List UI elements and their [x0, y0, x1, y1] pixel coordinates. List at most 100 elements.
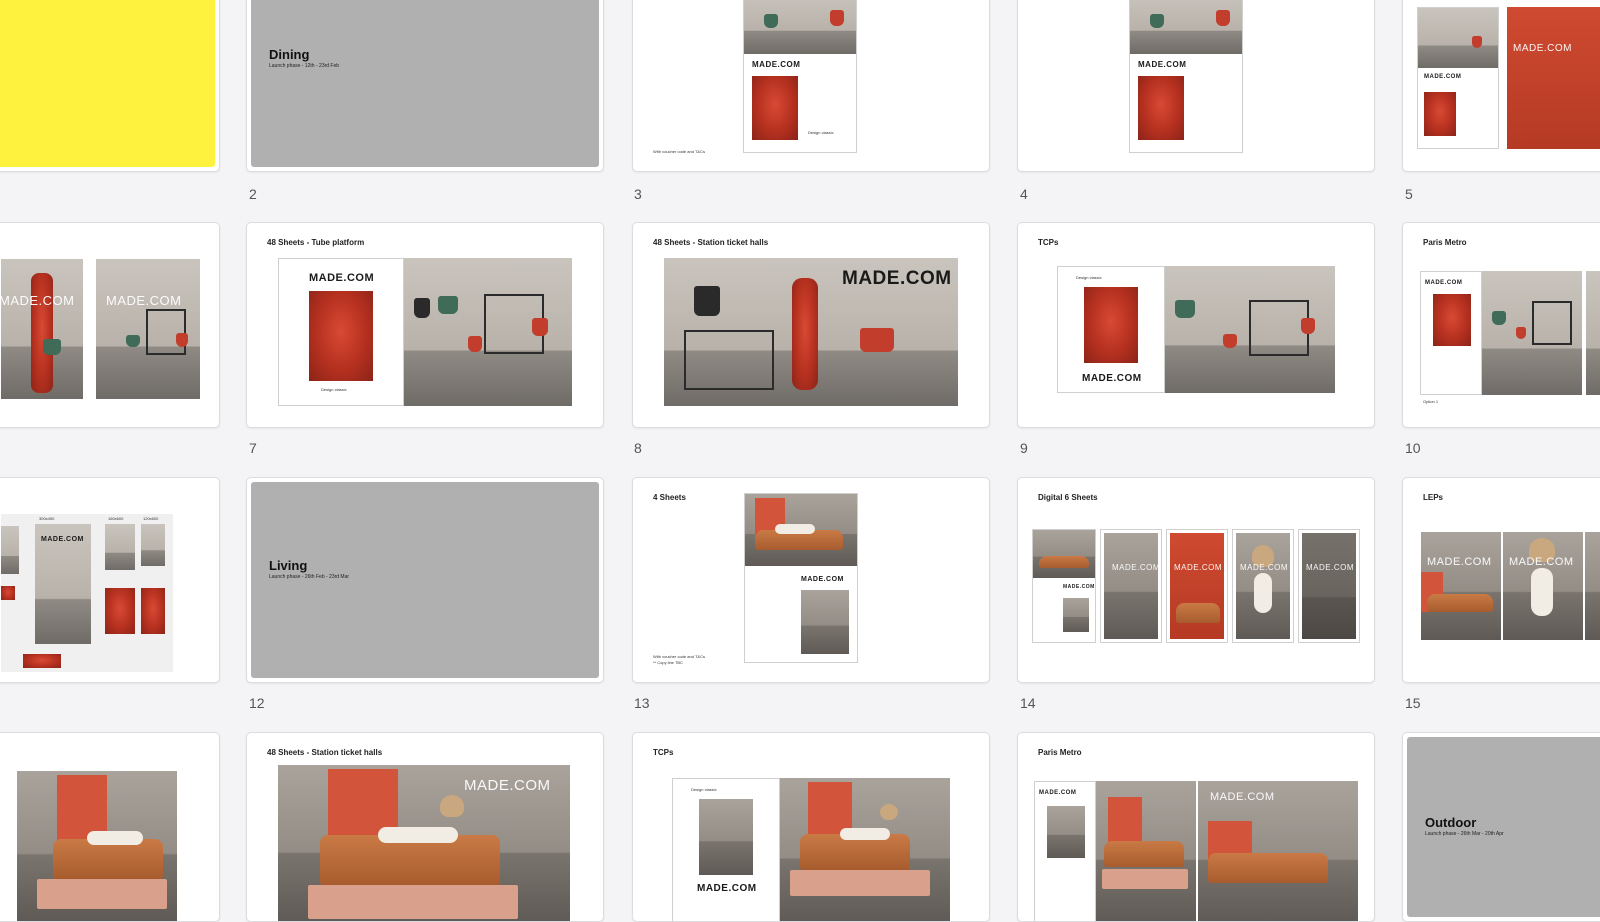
banner-image	[23, 654, 61, 668]
slide-thumbnail[interactable]	[0, 0, 220, 172]
slide-thumbnail-3[interactable]: MADE.COM Design classic With voucher cod…	[632, 0, 990, 172]
slide-thumbnail-16[interactable]	[0, 732, 220, 922]
chair	[1301, 318, 1315, 334]
fine-print: Design classic	[1076, 275, 1102, 280]
poster-photo	[1482, 271, 1582, 395]
mirror-frame	[1249, 300, 1309, 356]
poster-photo	[780, 778, 950, 921]
slide-thumbnail-7[interactable]: 48 Sheets - Tube platform MADE.COM Desig…	[246, 222, 604, 428]
slide-thumbnail-13[interactable]: 4 Sheets MADE.COM With voucher code and …	[632, 477, 990, 683]
section-title: Dining	[269, 47, 310, 62]
red-wall	[1108, 797, 1142, 847]
poster-mockup: Design classic MADE.COM	[672, 778, 780, 921]
slide-thumbnail-8[interactable]: 48 Sheets - Station ticket halls MADE.CO…	[632, 222, 990, 428]
poster-mockup: MADE.COM	[1166, 529, 1228, 643]
slide-number: 3	[634, 186, 642, 202]
poster-mockup: Design classic MADE.COM	[1057, 266, 1165, 393]
slide-thumbnail-17[interactable]: 48 Sheets - Station ticket halls MADE.CO…	[246, 732, 604, 922]
woman-in-red	[792, 278, 818, 390]
slide-title: 48 Sheets - Tube platform	[267, 238, 365, 247]
chair	[414, 298, 430, 318]
yellow-cover	[0, 0, 215, 167]
slide-number: 4	[1020, 186, 1028, 202]
slide-thumbnail-9[interactable]: TCPs Design classic MADE.COM	[1017, 222, 1375, 428]
poster-image	[699, 799, 753, 875]
poster-photo	[1165, 266, 1335, 393]
brand-logo: MADE.COM	[1063, 584, 1095, 590]
slide-thumbnail-20[interactable]: Outdoor Launch phase - 26th Mar - 20th A…	[1402, 732, 1600, 922]
poster-photo	[1586, 271, 1600, 395]
section-title: Living	[269, 558, 308, 573]
slide-thumbnail-15[interactable]: LEPs MADE.COM MADE.COM	[1402, 477, 1600, 683]
chair	[1223, 334, 1237, 348]
banner-image	[1, 526, 19, 574]
poster-mockup: MADE.COM	[1034, 781, 1096, 921]
poster-photo: MADE.COM	[1421, 532, 1501, 640]
chair	[438, 296, 458, 314]
option-label: Option 1	[1423, 399, 1439, 404]
woman	[87, 831, 143, 845]
slide-footer: With voucher code and T&Cs	[653, 654, 705, 659]
slide-number: 7	[249, 440, 257, 456]
brand-logo: MADE.COM	[1039, 790, 1077, 796]
rug	[308, 885, 518, 919]
slide-footer-note: ** Copy line TBC	[653, 660, 683, 665]
poster-image	[1063, 598, 1089, 632]
slide-thumbnail-14[interactable]: Digital 6 Sheets MADE.COM MADE.COM MADE.…	[1017, 477, 1375, 683]
section-subtitle: Launch phase - 12th - 23rd Feb	[269, 63, 340, 69]
poster-mockup: MADE.COM Design classic	[278, 258, 404, 406]
slide-thumbnail-12[interactable]: Living Launch phase - 26th Feb - 23rd Ma…	[246, 477, 604, 683]
brand-logo: MADE.COM	[464, 777, 551, 794]
woman	[840, 828, 890, 840]
chair	[1216, 10, 1230, 26]
poster-photo	[1130, 0, 1242, 54]
chair	[126, 335, 140, 347]
slide-thumbnail-2[interactable]: Dining Launch phase - 12th - 23rd Feb	[246, 0, 604, 172]
woman	[1254, 573, 1272, 613]
slide-thumbnail-11[interactable]: 300x400 MADE.COM 160x600 120x600	[0, 477, 220, 683]
slide-thumbnail-5[interactable]: MADE.COM MADE.COM	[1402, 0, 1600, 172]
slide-number: 2	[249, 186, 257, 202]
poster-mockup: MADE.COM	[1032, 529, 1096, 643]
slide-thumbnail-18[interactable]: TCPs Design classic MADE.COM	[632, 732, 990, 922]
brand-logo: MADE.COM	[1240, 563, 1288, 572]
brand-logo: MADE.COM	[842, 268, 952, 289]
chair	[694, 286, 720, 316]
slide-thumbnail-19[interactable]: Paris Metro MADE.COM MADE.COM	[1017, 732, 1375, 922]
brand-logo: MADE.COM	[1210, 791, 1275, 803]
slide-title: Digital 6 Sheets	[1038, 493, 1098, 502]
poster-mockup: MADE.COM	[1129, 0, 1243, 153]
slide-title: LEPs	[1423, 493, 1444, 502]
sofa	[1039, 556, 1089, 568]
poster-image	[801, 590, 849, 654]
poster-mockup: MADE.COM	[1420, 271, 1482, 395]
table-frame	[684, 330, 774, 390]
slide-thumbnail-4[interactable]: MADE.COM	[1017, 0, 1375, 172]
section-divider	[251, 482, 599, 678]
slide-title: Paris Metro	[1038, 748, 1082, 757]
sofa	[53, 839, 163, 879]
brand-logo: MADE.COM	[1112, 563, 1158, 572]
slide-number: 10	[1405, 440, 1421, 456]
woman	[1531, 568, 1553, 616]
chair	[830, 10, 844, 26]
banner-size: 120x600	[143, 516, 159, 521]
poster-image	[1084, 287, 1138, 363]
sofa	[1427, 594, 1493, 612]
sofa	[1176, 603, 1220, 623]
slide-number: 5	[1405, 186, 1413, 202]
slide-thumbnail-10[interactable]: Paris Metro MADE.COM Option 1	[1402, 222, 1600, 428]
woman	[378, 827, 458, 843]
brand-logo: MADE.COM	[752, 60, 801, 69]
brand-logo: MADE.COM	[801, 576, 844, 583]
slide-number: 13	[634, 695, 650, 711]
poster-image	[1033, 530, 1095, 578]
brand-logo: MADE.COM	[1425, 280, 1463, 286]
section-subtitle: Launch phase - 26th Mar - 20th Apr	[1425, 831, 1504, 837]
poster-photo	[1585, 532, 1600, 640]
poster-photo: MADE.COM	[664, 258, 958, 406]
brand-logo: MADE.COM	[1174, 563, 1222, 572]
poster-red: MADE.COM	[1507, 7, 1600, 149]
rug	[37, 879, 167, 909]
slide-thumbnail-6[interactable]: MADE.COM MADE.COM	[0, 222, 220, 428]
